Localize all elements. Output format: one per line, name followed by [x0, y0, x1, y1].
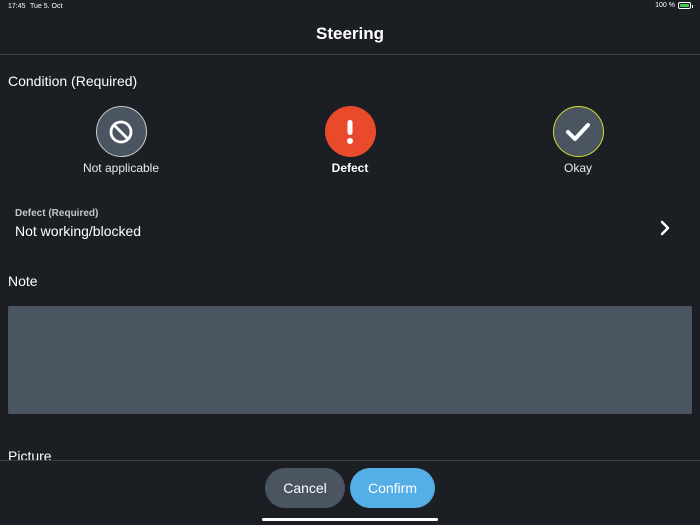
condition-option-defect[interactable]: Defect — [280, 106, 420, 175]
status-right: 100 % — [655, 2, 693, 9]
status-time: 17:45 — [8, 3, 26, 10]
confirm-button[interactable]: Confirm — [350, 468, 435, 508]
okay-label: Okay — [563, 161, 592, 175]
defect-circle[interactable] — [324, 106, 376, 157]
prohibited-icon — [109, 120, 133, 143]
condition-option-okay[interactable]: Okay — [508, 106, 648, 175]
battery-fill — [680, 4, 689, 7]
checkmark-icon — [566, 122, 590, 141]
condition-label: Condition (Required) — [8, 73, 138, 89]
defect-label: Defect — [331, 161, 369, 175]
not-applicable-label: Not applicable — [82, 161, 160, 175]
exclamation-icon — [347, 119, 353, 144]
defect-caption: Defect (Required) — [15, 208, 99, 219]
note-label: Note — [8, 273, 38, 289]
condition-option-not-applicable[interactable]: Not applicable — [51, 106, 191, 175]
defect-selector[interactable]: Defect (Required) Not working/blocked — [0, 200, 700, 246]
home-indicator[interactable] — [262, 518, 438, 521]
page-title: Steering — [315, 24, 385, 43]
status-date: Tue 5. Oct — [30, 3, 63, 10]
defect-value: Not working/blocked — [15, 223, 142, 239]
status-bar: 17:45 Tue 5. Oct 100 % — [0, 0, 700, 14]
header: Steering — [0, 14, 700, 55]
footer: Cancel Confirm — [0, 460, 700, 525]
cancel-button[interactable]: Cancel — [265, 468, 345, 508]
battery-icon — [678, 2, 693, 9]
battery-percent: 100 % — [655, 2, 675, 9]
not-applicable-circle[interactable] — [95, 106, 147, 157]
okay-circle[interactable] — [552, 106, 604, 157]
chevron-right-icon[interactable] — [660, 220, 670, 236]
note-input[interactable] — [8, 306, 692, 414]
